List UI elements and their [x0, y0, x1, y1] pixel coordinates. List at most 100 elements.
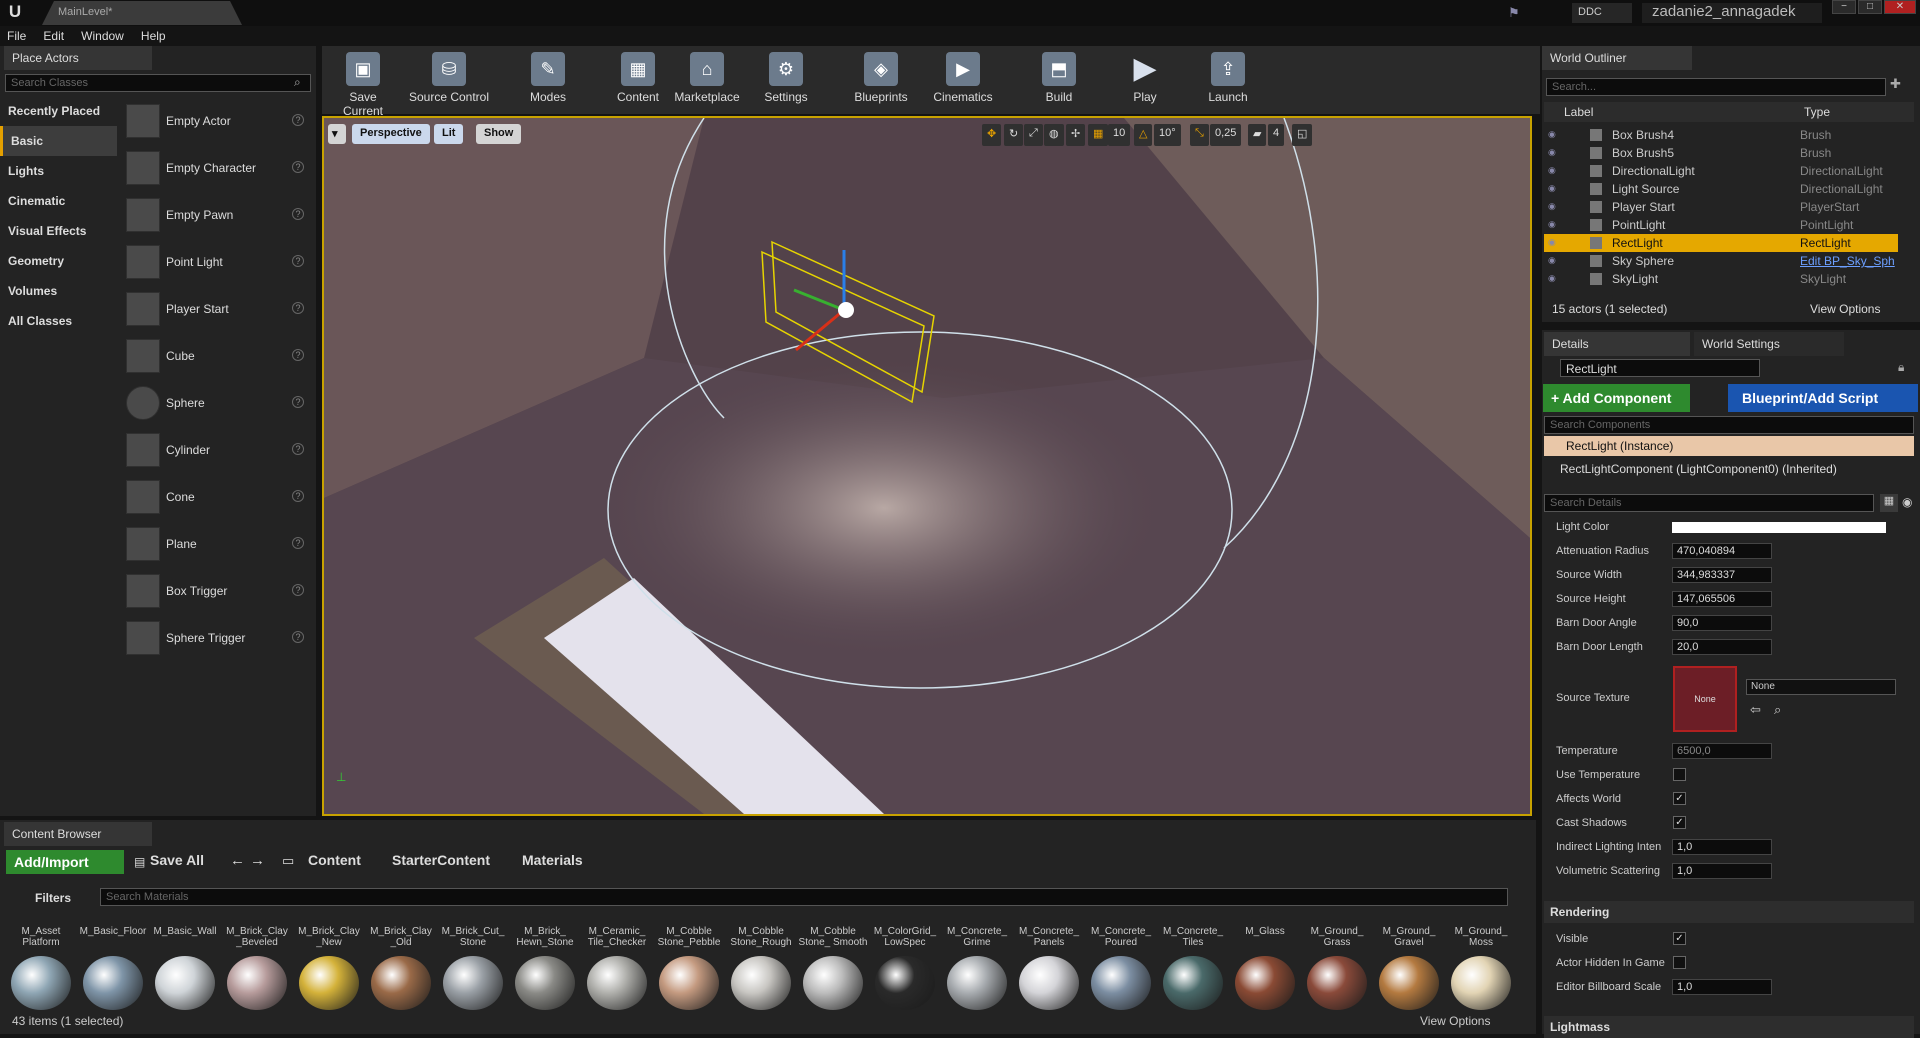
actor-item[interactable]: Sphere?: [122, 380, 312, 427]
lightmass-section[interactable]: Lightmass: [1544, 1016, 1914, 1038]
barn-door-length-field[interactable]: 20,0: [1672, 639, 1772, 655]
rotation-snap-icon[interactable]: △: [1134, 124, 1153, 146]
visible-checkbox[interactable]: ✓: [1673, 932, 1686, 945]
column-label[interactable]: Label: [1564, 105, 1593, 119]
search-components-input[interactable]: Search Components: [1544, 416, 1914, 434]
eye-icon[interactable]: ◉: [1548, 273, 1560, 283]
actor-item[interactable]: Plane?: [122, 521, 312, 568]
breadcrumb-content[interactable]: Content: [308, 852, 361, 868]
asset-tile[interactable]: M_Concrete_ Grime: [942, 910, 1012, 1018]
asset-tile[interactable]: M_Ground_ Grass: [1302, 910, 1372, 1018]
help-icon[interactable]: ?: [292, 255, 304, 267]
actor-item[interactable]: Sphere Trigger?: [122, 615, 312, 662]
asset-tile[interactable]: M_Ceramic_ Tile_Checker: [582, 910, 652, 1018]
source-height-field[interactable]: 147,065506: [1672, 591, 1772, 607]
source-texture-dropdown[interactable]: None: [1746, 679, 1896, 695]
search-materials-input[interactable]: Search Materials: [100, 888, 1508, 906]
camera-speed-value[interactable]: 4: [1268, 124, 1285, 146]
help-icon[interactable]: ?: [292, 349, 304, 361]
translate-icon[interactable]: ✥: [982, 124, 1002, 146]
camera-speed-icon[interactable]: ▰: [1248, 124, 1267, 146]
outliner-row[interactable]: ◉ Light Source DirectionalLight: [1544, 180, 1898, 198]
actor-item[interactable]: Empty Actor?: [122, 98, 312, 145]
category-lights[interactable]: Lights: [0, 156, 117, 186]
eye-icon[interactable]: ◉: [1548, 129, 1560, 139]
filters-button[interactable]: Filters: [30, 888, 94, 908]
source-width-field[interactable]: 344,983337: [1672, 567, 1772, 583]
level-tab[interactable]: MainLevel*: [42, 1, 242, 25]
maximize-button[interactable]: □: [1858, 0, 1882, 14]
edit-blueprint-link[interactable]: Edit BP_Sky_Sph: [1800, 254, 1895, 268]
eye-icon[interactable]: ◉: [1902, 495, 1912, 509]
asset-tile[interactable]: M_Brick_ Hewn_Stone: [510, 910, 580, 1018]
scale-snap-value[interactable]: 0,25: [1210, 124, 1242, 146]
menu-file[interactable]: File: [0, 26, 33, 46]
rotate-icon[interactable]: ↻: [1004, 124, 1024, 146]
play-button[interactable]: ▶ Play: [1120, 50, 1170, 112]
actor-item[interactable]: Empty Character?: [122, 145, 312, 192]
actor-item[interactable]: Box Trigger?: [122, 568, 312, 615]
eye-icon[interactable]: ◉: [1548, 165, 1560, 175]
cast-shadows-checkbox[interactable]: ✓: [1673, 816, 1686, 829]
place-actors-tab[interactable]: Place Actors: [4, 46, 152, 70]
asset-tile[interactable]: M_Glass: [1230, 910, 1300, 1018]
asset-tile[interactable]: M_Concrete_ Poured: [1086, 910, 1156, 1018]
category-all-classes[interactable]: All Classes: [0, 306, 117, 336]
surface-snap-icon[interactable]: ✢: [1066, 124, 1086, 146]
outliner-row[interactable]: ◉ DirectionalLight DirectionalLight: [1544, 162, 1898, 180]
eye-icon[interactable]: ◉: [1548, 147, 1560, 157]
asset-tile[interactable]: M_ColorGrid_ LowSpec: [870, 910, 940, 1018]
actor-name-field[interactable]: RectLight: [1560, 359, 1760, 377]
asset-tile[interactable]: M_Basic_Floor: [78, 910, 148, 1018]
indirect-lighting-field[interactable]: 1,0: [1672, 839, 1772, 855]
menu-edit[interactable]: Edit: [36, 26, 71, 46]
asset-tile[interactable]: M_Concrete_ Tiles: [1158, 910, 1228, 1018]
outliner-row[interactable]: ◉ Box Brush4 Brush: [1544, 126, 1898, 144]
outliner-row[interactable]: ◉ Player Start PlayerStart: [1544, 198, 1898, 216]
browse-icon[interactable]: ⌕: [1774, 702, 1781, 718]
build-button[interactable]: ⬒ Build: [1034, 50, 1084, 112]
component-instance-row[interactable]: RectLight (Instance): [1544, 436, 1914, 456]
details-tab[interactable]: Details: [1544, 332, 1690, 356]
use-selected-icon[interactable]: ⇦: [1750, 702, 1761, 718]
asset-tile[interactable]: M_Brick_Cut_ Stone: [438, 910, 508, 1018]
scale-icon[interactable]: ⤢: [1024, 124, 1043, 146]
rotation-snap-value[interactable]: 10°: [1154, 124, 1181, 146]
menu-help[interactable]: Help: [134, 26, 173, 46]
breadcrumb-starter-content[interactable]: StarterContent: [392, 852, 490, 868]
help-icon[interactable]: ?: [292, 208, 304, 220]
content-view-options[interactable]: View Options: [1420, 1014, 1490, 1028]
launch-button[interactable]: ⇪ Launch: [1200, 50, 1256, 112]
affects-world-checkbox[interactable]: ✓: [1673, 792, 1686, 805]
menu-window[interactable]: Window: [74, 26, 131, 46]
cinematics-button[interactable]: ▶ Cinematics: [928, 50, 998, 112]
billboard-scale-field[interactable]: 1,0: [1672, 979, 1772, 995]
attenuation-radius-field[interactable]: 470,040894: [1672, 543, 1772, 559]
ddc-button[interactable]: DDC: [1572, 3, 1632, 23]
source-texture-thumbnail[interactable]: None: [1673, 666, 1737, 732]
category-basic[interactable]: Basic: [0, 126, 117, 156]
help-icon[interactable]: ?: [292, 161, 304, 173]
asset-tile[interactable]: M_Brick_Clay _Old: [366, 910, 436, 1018]
lock-icon[interactable]: 🔒︎: [1898, 360, 1904, 375]
light-color-swatch[interactable]: [1672, 522, 1886, 533]
blueprints-button[interactable]: ◈ Blueprints: [848, 50, 914, 112]
notification-flag-icon[interactable]: ⚑: [1508, 5, 1520, 21]
save-current-button[interactable]: ▣ Save Current: [328, 50, 398, 118]
world-outliner-tab[interactable]: World Outliner: [1542, 46, 1692, 70]
add-component-button[interactable]: + Add Component: [1543, 384, 1690, 412]
outliner-row[interactable]: ◉ Box Brush5 Brush: [1544, 144, 1898, 162]
outliner-row-selected[interactable]: ◉ RectLight RectLight: [1544, 234, 1898, 252]
eye-icon[interactable]: ◉: [1548, 237, 1560, 247]
category-cinematic[interactable]: Cinematic: [0, 186, 117, 216]
search-classes-input[interactable]: Search Classes: [5, 74, 311, 92]
modes-button[interactable]: ✎ Modes: [520, 50, 576, 112]
actor-hidden-checkbox[interactable]: [1673, 956, 1686, 969]
content-browser-tab[interactable]: Content Browser: [4, 822, 152, 846]
eye-icon[interactable]: ◉: [1548, 183, 1560, 193]
asset-tile[interactable]: M_Cobble Stone_Pebble: [654, 910, 724, 1018]
category-recently-placed[interactable]: Recently Placed: [0, 96, 117, 126]
help-icon[interactable]: ?: [292, 396, 304, 408]
blueprint-add-script-button[interactable]: Blueprint/Add Script: [1728, 384, 1918, 412]
minimize-button[interactable]: −: [1832, 0, 1856, 14]
